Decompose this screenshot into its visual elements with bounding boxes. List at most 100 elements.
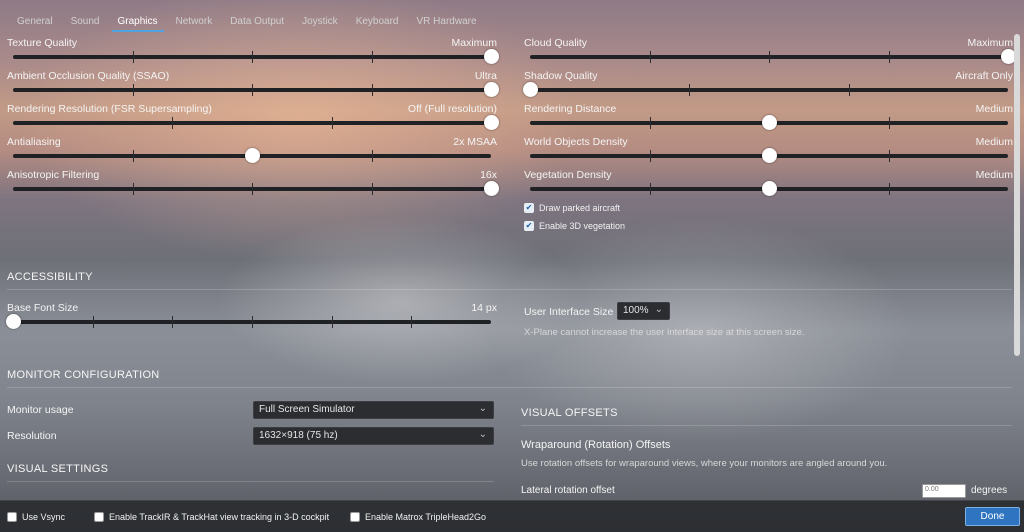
tab-network[interactable]: Network (167, 14, 222, 32)
ui-size-select[interactable]: 100% ⌄ (617, 302, 670, 320)
slider-knob[interactable] (761, 148, 777, 163)
triplehead2go-label: Enable Matrox TripleHead2Go (365, 512, 487, 522)
tab-joystick[interactable]: Joystick (293, 14, 347, 32)
rendering-distance-label: Rendering Distance (524, 103, 617, 115)
slider-knob[interactable] (483, 82, 499, 97)
texture-quality-value: Maximum (451, 37, 497, 49)
shadow-quality-slider[interactable] (522, 82, 1008, 97)
tab-general[interactable]: General (8, 14, 62, 32)
slider-tick (848, 84, 850, 96)
chevron-down-icon: ⌄ (654, 304, 663, 315)
ssao-quality-slider[interactable] (13, 82, 499, 97)
ssao-quality-value: Ultra (474, 70, 497, 82)
antialiasing-slider[interactable] (13, 148, 491, 163)
draw-parked-aircraft-label: Draw parked aircraft (539, 203, 621, 213)
vertical-scrollbar[interactable] (1014, 34, 1020, 356)
slider-tick (172, 316, 174, 328)
trackir-row[interactable]: Enable TrackIR & TrackHat view tracking … (94, 512, 329, 522)
slider-knob[interactable] (244, 148, 260, 163)
slider-knob[interactable] (5, 314, 21, 329)
checkbox-checked-icon[interactable]: ✔ (524, 203, 534, 213)
texture-quality-label: Texture Quality (7, 37, 78, 49)
resolution-select[interactable]: 1632×918 (75 hz) ⌄ (253, 427, 494, 445)
use-vsync-label: Use Vsync (22, 512, 66, 522)
ssao-quality-label: Ambient Occlusion Quality (SSAO) (7, 70, 170, 82)
slider-tick (252, 51, 253, 63)
slider-tick (252, 316, 253, 328)
rendering-distance-value: Medium (975, 103, 1013, 115)
slider-tick (649, 183, 651, 195)
slider-tick (649, 51, 651, 63)
tab-keyboard[interactable]: Keyboard (347, 14, 408, 32)
base-font-size-value: 14 px (471, 302, 497, 314)
resolution-value: 1632×918 (75 hz) (259, 430, 338, 441)
visual-offsets-heading: VISUAL OFFSETS (521, 407, 618, 419)
shadow-quality-label: Shadow Quality (524, 70, 598, 82)
enable-3d-vegetation-label: Enable 3D vegetation (539, 221, 626, 231)
shadow-quality-value: Aircraft Only (955, 70, 1013, 82)
wraparound-offsets-subtitle: Wraparound (Rotation) Offsets (521, 439, 671, 451)
chevron-down-icon: ⌄ (478, 403, 487, 414)
monitor-usage-select[interactable]: Full Screen Simulator ⌄ (253, 401, 494, 419)
rendering-resolution-slider[interactable] (13, 115, 499, 130)
degrees-unit-label: degrees (971, 485, 1008, 496)
base-font-size-slider[interactable] (5, 314, 491, 329)
slider-tick (888, 183, 890, 195)
rendering-distance-slider[interactable] (530, 115, 1008, 130)
resolution-label: Resolution (7, 430, 57, 442)
tab-sound[interactable]: Sound (62, 14, 109, 32)
triplehead2go-row[interactable]: Enable Matrox TripleHead2Go (350, 512, 486, 522)
slider-tick (371, 84, 373, 96)
slider-tick (132, 51, 134, 63)
draw-parked-aircraft-row[interactable]: ✔ Draw parked aircraft (524, 203, 620, 213)
checkbox-unchecked-icon[interactable] (350, 512, 360, 522)
accessibility-heading: ACCESSIBILITY (7, 271, 93, 283)
ui-size-note: X-Plane cannot increase the user interfa… (524, 327, 805, 338)
checkbox-unchecked-icon[interactable] (7, 512, 17, 522)
slider-knob[interactable] (761, 115, 777, 130)
slider-tick (649, 117, 651, 129)
world-objects-density-slider[interactable] (530, 148, 1008, 163)
done-button[interactable]: Done (965, 507, 1020, 526)
section-divider (7, 481, 494, 482)
enable-3d-vegetation-row[interactable]: ✔ Enable 3D vegetation (524, 221, 625, 231)
world-objects-density-value: Medium (975, 136, 1013, 148)
slider-tick (888, 150, 890, 162)
slider-tick (649, 150, 651, 162)
tab-graphics[interactable]: Graphics (109, 14, 167, 32)
slider-knob[interactable] (761, 181, 777, 196)
anisotropic-filtering-slider[interactable] (13, 181, 499, 196)
slider-track[interactable] (13, 121, 491, 125)
tab-vr-hardware[interactable]: VR Hardware (408, 14, 486, 32)
checkbox-checked-icon[interactable]: ✔ (524, 221, 534, 231)
slider-tick (769, 51, 770, 63)
slider-knob[interactable] (483, 115, 499, 130)
trackir-label: Enable TrackIR & TrackHat view tracking … (109, 512, 330, 522)
slider-knob[interactable] (522, 82, 538, 97)
ui-size-label: User Interface Size (524, 306, 614, 318)
slider-knob[interactable] (483, 181, 499, 196)
antialiasing-value: 2x MSAA (453, 136, 497, 148)
cloud-quality-label: Cloud Quality (524, 37, 588, 49)
checkbox-unchecked-icon[interactable] (94, 512, 104, 522)
tab-data-output[interactable]: Data Output (221, 14, 293, 32)
antialiasing-label: Antialiasing (7, 136, 61, 148)
world-objects-density-label: World Objects Density (524, 136, 628, 148)
vegetation-density-slider[interactable] (530, 181, 1008, 196)
slider-track[interactable] (530, 88, 1008, 92)
texture-quality-slider[interactable] (13, 49, 499, 64)
vegetation-density-value: Medium (975, 169, 1013, 181)
slider-tick (132, 84, 134, 96)
lateral-rotation-offset-input[interactable]: 0.00 (922, 484, 966, 498)
slider-tick (172, 117, 174, 129)
slider-tick (411, 316, 413, 328)
slider-knob[interactable] (483, 49, 499, 64)
use-vsync-row[interactable]: Use Vsync (7, 512, 65, 522)
slider-tick (371, 183, 373, 195)
slider-tick (371, 51, 373, 63)
cloud-quality-slider[interactable] (530, 49, 1016, 64)
vegetation-density-label: Vegetation Density (524, 169, 612, 181)
wraparound-offsets-description: Use rotation offsets for wraparound view… (521, 458, 888, 469)
slider-tick (92, 316, 94, 328)
section-divider (7, 289, 1012, 290)
